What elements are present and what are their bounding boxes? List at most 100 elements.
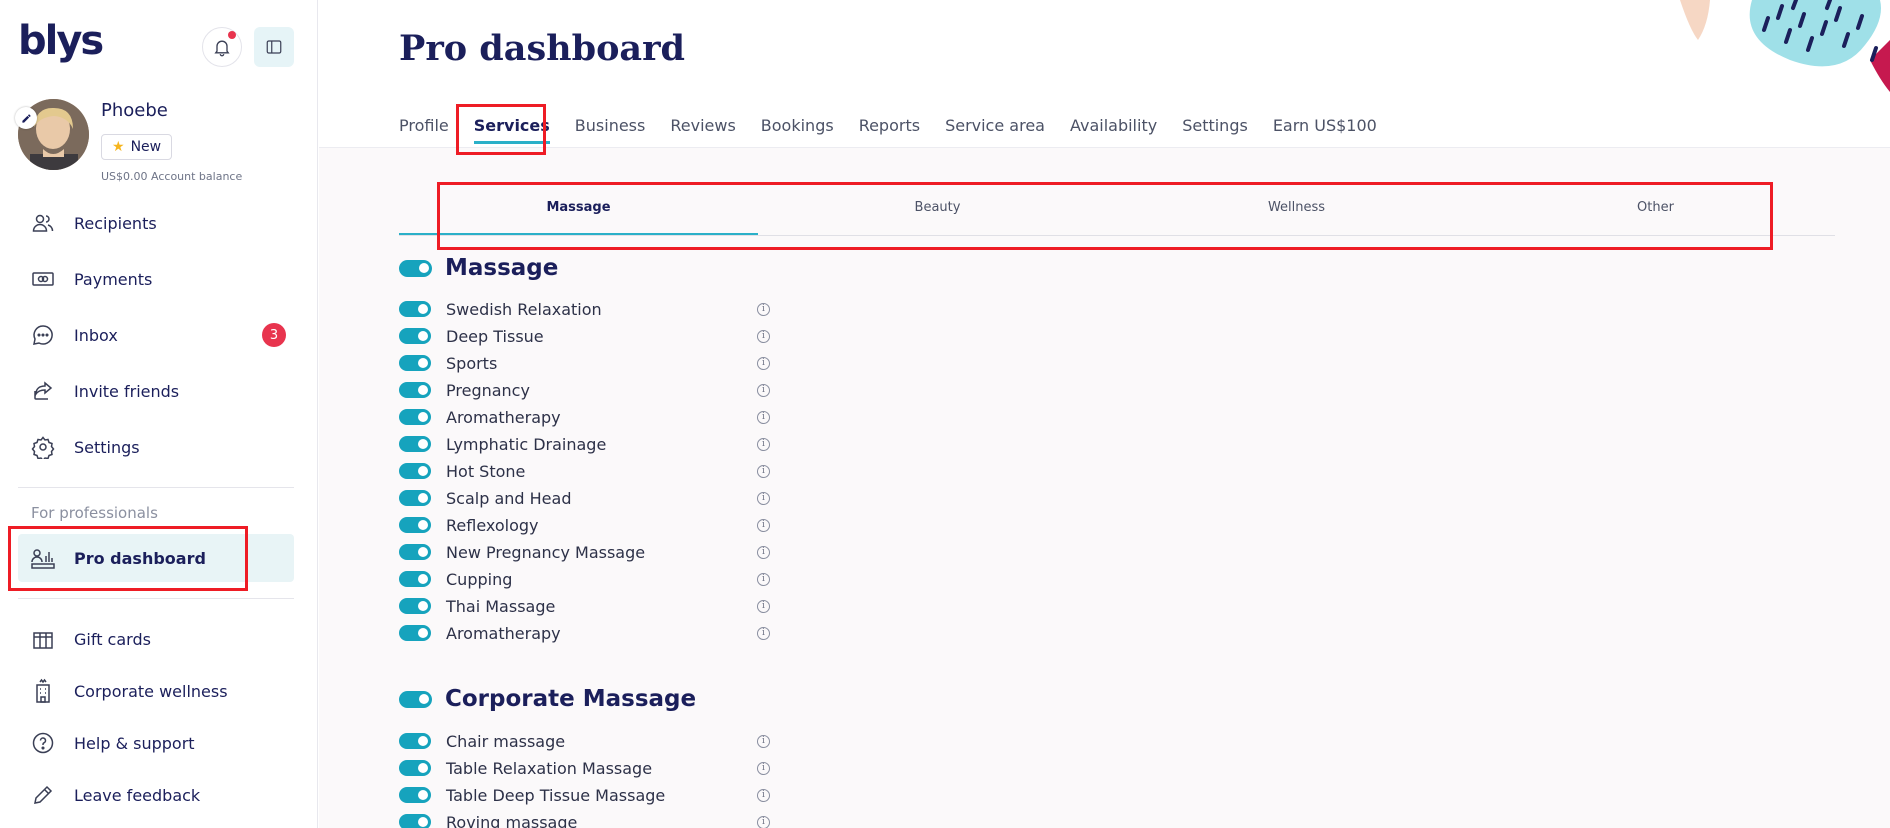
- service-label: Cupping: [446, 569, 513, 589]
- service-label: Table Deep Tissue Massage: [446, 785, 666, 805]
- service-toggle[interactable]: [399, 436, 431, 452]
- service-toggle[interactable]: [399, 571, 431, 587]
- notifications-button[interactable]: [202, 27, 242, 67]
- service-toggle[interactable]: [399, 544, 431, 560]
- bell-icon: [214, 40, 230, 57]
- sidebar-item-pro-dashboard[interactable]: Pro dashboard: [18, 534, 294, 582]
- info-icon[interactable]: i: [757, 518, 770, 532]
- tab-availability[interactable]: Availability: [1070, 116, 1157, 144]
- service-row: Scalp and Head i: [399, 487, 770, 509]
- service-label: Hot Stone: [446, 461, 526, 481]
- info-icon[interactable]: i: [757, 626, 770, 640]
- sidebar-toggle-icon: [266, 40, 282, 54]
- sidebar-item-label: Gift cards: [74, 629, 151, 649]
- tab-earn[interactable]: Earn US$100: [1273, 116, 1377, 144]
- corporate-section-toggle[interactable]: [399, 691, 432, 708]
- status-badge-label: New: [130, 139, 162, 155]
- sidebar-item-label: Inbox: [74, 325, 118, 345]
- service-toggle[interactable]: [399, 517, 431, 533]
- service-label: Roving massage: [446, 812, 578, 828]
- service-category-tabs: Massage Beauty Wellness Other: [399, 190, 1835, 236]
- tab-services[interactable]: Services: [473, 116, 550, 144]
- info-icon[interactable]: i: [757, 302, 770, 316]
- info-icon[interactable]: i: [757, 383, 770, 397]
- service-toggle[interactable]: [399, 787, 431, 803]
- info-icon[interactable]: i: [757, 356, 770, 370]
- service-label: Sports: [446, 353, 498, 373]
- main-tabs: Profile Services Business Reviews Bookin…: [399, 116, 1402, 144]
- blys-logo[interactable]: blys: [18, 18, 104, 64]
- edit-avatar-button[interactable]: [15, 107, 37, 129]
- service-toggle[interactable]: [399, 625, 431, 641]
- subtab-massage[interactable]: Massage: [399, 190, 758, 235]
- money-icon: [28, 264, 58, 294]
- info-icon[interactable]: i: [757, 329, 770, 343]
- pencil-icon: [28, 780, 58, 810]
- service-row: Thai Massage i: [399, 595, 770, 617]
- service-toggle[interactable]: [399, 814, 431, 828]
- sidebar-item-invite-friends[interactable]: Invite friends: [28, 376, 179, 406]
- sidebar-item-label: Settings: [74, 437, 140, 457]
- subtab-wellness[interactable]: Wellness: [1117, 190, 1476, 235]
- sidebar-item-corporate-wellness[interactable]: Corporate wellness: [28, 676, 228, 706]
- service-row: Table Deep Tissue Massage i: [399, 784, 770, 806]
- tab-settings[interactable]: Settings: [1182, 116, 1248, 144]
- info-icon[interactable]: i: [757, 599, 770, 613]
- notification-dot: [228, 31, 236, 39]
- service-toggle[interactable]: [399, 382, 431, 398]
- tab-reports[interactable]: Reports: [859, 116, 920, 144]
- info-icon[interactable]: i: [757, 437, 770, 451]
- service-toggle[interactable]: [399, 328, 431, 344]
- service-row: New Pregnancy Massage i: [399, 541, 770, 563]
- sidebar-item-gift-cards[interactable]: Gift cards: [28, 624, 151, 654]
- sidebar-item-label: Recipients: [74, 213, 157, 233]
- collapse-sidebar-button[interactable]: [254, 27, 294, 67]
- service-row: Deep Tissue i: [399, 325, 770, 347]
- sidebar-item-payments[interactable]: Payments: [28, 264, 152, 294]
- divider: [18, 487, 294, 488]
- service-label: Thai Massage: [446, 596, 556, 616]
- service-label: Aromatherapy: [446, 623, 561, 643]
- tab-profile[interactable]: Profile: [399, 116, 449, 144]
- sidebar-item-inbox[interactable]: Inbox: [28, 320, 118, 350]
- info-icon[interactable]: i: [757, 410, 770, 424]
- info-icon[interactable]: i: [757, 464, 770, 478]
- service-toggle[interactable]: [399, 301, 431, 317]
- pencil-icon: [21, 113, 31, 123]
- service-toggle[interactable]: [399, 760, 431, 776]
- service-row: Sports i: [399, 352, 770, 374]
- info-icon[interactable]: i: [757, 815, 770, 828]
- info-icon[interactable]: i: [757, 788, 770, 802]
- info-icon[interactable]: i: [757, 491, 770, 505]
- sidebar-item-leave-feedback[interactable]: Leave feedback: [28, 780, 200, 810]
- gear-icon: [28, 432, 58, 462]
- info-icon[interactable]: i: [757, 761, 770, 775]
- service-toggle[interactable]: [399, 355, 431, 371]
- sidebar-item-recipients[interactable]: Recipients: [28, 208, 157, 238]
- tab-service-area[interactable]: Service area: [945, 116, 1045, 144]
- tab-bookings[interactable]: Bookings: [761, 116, 834, 144]
- service-toggle[interactable]: [399, 463, 431, 479]
- help-icon: [28, 728, 58, 758]
- service-row: Chair massage i: [399, 730, 770, 752]
- tab-reviews[interactable]: Reviews: [670, 116, 735, 144]
- status-badge: ★ New: [101, 134, 173, 160]
- sidebar-item-help-support[interactable]: Help & support: [28, 728, 195, 758]
- service-toggle[interactable]: [399, 490, 431, 506]
- subtab-beauty[interactable]: Beauty: [758, 190, 1117, 235]
- service-label: Lymphatic Drainage: [446, 434, 607, 454]
- sidebar: blys Phoebe ★ New US$0.00 Account balanc…: [0, 0, 318, 828]
- info-icon[interactable]: i: [757, 734, 770, 748]
- info-icon[interactable]: i: [757, 545, 770, 559]
- service-toggle[interactable]: [399, 733, 431, 749]
- subtab-other[interactable]: Other: [1476, 190, 1835, 235]
- massage-section-toggle[interactable]: [399, 260, 432, 277]
- tab-business[interactable]: Business: [575, 116, 646, 144]
- service-row: Roving massage i: [399, 811, 770, 828]
- sidebar-item-label: Pro dashboard: [74, 548, 206, 568]
- info-icon[interactable]: i: [757, 572, 770, 586]
- service-row: Table Relaxation Massage i: [399, 757, 770, 779]
- service-toggle[interactable]: [399, 409, 431, 425]
- sidebar-item-settings[interactable]: Settings: [28, 432, 140, 462]
- service-toggle[interactable]: [399, 598, 431, 614]
